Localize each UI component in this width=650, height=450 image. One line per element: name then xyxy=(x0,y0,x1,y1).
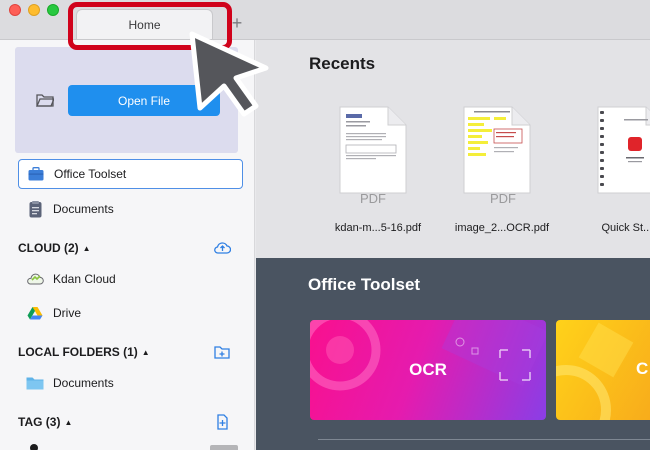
recent-file[interactable]: PDF image_2...OCR.pdf xyxy=(442,105,552,245)
document-icon xyxy=(26,200,44,218)
section-title: LOCAL FOLDERS (1) xyxy=(18,345,138,359)
sidebar-item-label: Documents xyxy=(53,376,114,390)
office-toolset-title: Office Toolset xyxy=(308,275,421,294)
recent-file-name: image_2...OCR.pdf xyxy=(454,222,550,234)
ocr-card-label: OCR xyxy=(409,360,447,379)
section-title: TAG (3) xyxy=(18,415,61,429)
folder-icon xyxy=(26,374,44,392)
recents-section: Recents PDF kdan-m...5-16.pdf PDF image_… xyxy=(256,40,650,258)
pdf-thumb-label: PDF xyxy=(490,191,516,206)
cloud-upload-icon[interactable] xyxy=(213,239,231,257)
recent-file[interactable]: PDF kdan-m...5-16.pdf xyxy=(318,105,428,245)
toolset-card-partial[interactable]: C xyxy=(556,320,650,420)
sidebar-item-label: Documents xyxy=(53,202,114,216)
recent-file-name: kdan-m...5-16.pdf xyxy=(334,222,422,234)
sidebar-item-drive[interactable]: Drive xyxy=(18,298,243,328)
sidebar-item-kdan-cloud[interactable]: Kdan Cloud xyxy=(18,264,243,294)
zoom-window-button[interactable] xyxy=(47,4,59,16)
tag-icon xyxy=(30,444,38,450)
sidebar-item-local-documents[interactable]: Documents xyxy=(18,368,243,398)
collapse-caret-icon[interactable]: ▲ xyxy=(83,244,91,253)
collapse-caret-icon[interactable]: ▲ xyxy=(64,418,72,427)
tag-section-header[interactable]: TAG (3) ▲ xyxy=(18,412,243,432)
pdf-reader-guide-thumbnail-icon[interactable] xyxy=(596,105,650,195)
sidebar-item-documents[interactable]: Documents xyxy=(18,194,243,224)
pdf-thumbnail-icon[interactable] xyxy=(338,105,408,195)
open-folder-icon[interactable] xyxy=(36,93,54,107)
pointer-cursor-icon xyxy=(189,31,269,117)
cloud-section-header[interactable]: CLOUD (2) ▲ xyxy=(18,238,243,258)
toolset-card-label: C xyxy=(636,359,649,378)
google-drive-icon xyxy=(26,304,44,322)
sidebar-item-label: Office Toolset xyxy=(54,167,127,181)
recents-title: Recents xyxy=(309,54,376,73)
close-window-button[interactable] xyxy=(9,4,21,16)
add-folder-icon[interactable] xyxy=(213,343,231,361)
sidebar-item-office-toolset[interactable]: Office Toolset xyxy=(18,159,243,189)
tag-count-badge xyxy=(210,445,238,450)
sidebar-item-label: Drive xyxy=(53,306,82,320)
kdan-cloud-icon xyxy=(26,270,44,288)
tag-item-partial[interactable] xyxy=(26,443,238,450)
pdf-thumbnail-icon[interactable] xyxy=(462,105,532,195)
minimize-window-button[interactable] xyxy=(28,4,40,16)
add-tag-icon[interactable] xyxy=(213,413,231,431)
local-folders-section-header[interactable]: LOCAL FOLDERS (1) ▲ xyxy=(18,342,243,362)
pdf-thumb-label: PDF xyxy=(360,191,386,206)
recent-file[interactable]: Quick St...and xyxy=(576,105,650,245)
collapse-caret-icon[interactable]: ▲ xyxy=(142,348,150,357)
sidebar-item-label: Kdan Cloud xyxy=(53,272,116,286)
office-toolset-section: Office Toolset OCR C xyxy=(256,258,650,450)
ocr-tool-card[interactable]: OCR xyxy=(310,320,546,420)
briefcase-icon xyxy=(27,165,45,183)
section-divider xyxy=(318,439,650,440)
section-title: CLOUD (2) xyxy=(18,241,79,255)
recent-file-name: Quick St...and xyxy=(601,222,650,234)
